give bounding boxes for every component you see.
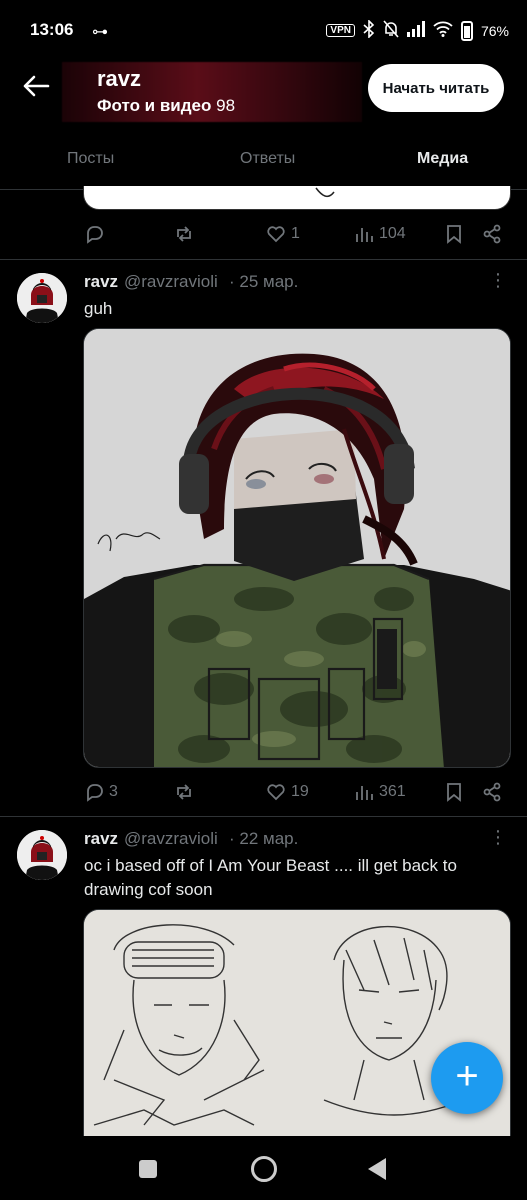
post-date[interactable]: · 25 мар. bbox=[229, 272, 298, 292]
media-count-label: Фото и видео bbox=[97, 96, 212, 115]
reply-count: 3 bbox=[109, 783, 118, 800]
profile-tabs: Посты Ответы Медиа bbox=[0, 132, 527, 190]
post-author-handle[interactable]: @ravzravioli bbox=[124, 829, 218, 849]
views-button[interactable]: 361 bbox=[354, 782, 406, 802]
reply-button[interactable] bbox=[84, 224, 104, 244]
key-icon: ⊶ bbox=[92, 24, 108, 41]
reply-icon bbox=[87, 226, 103, 244]
repost-icon bbox=[177, 784, 191, 800]
post-text: guh bbox=[84, 299, 113, 318]
more-options-icon[interactable]: ⋮ bbox=[489, 270, 507, 291]
bookmark-icon bbox=[447, 225, 461, 244]
back-arrow-icon[interactable] bbox=[22, 74, 50, 104]
status-bar: 13:06 ⊶ VPN 76% bbox=[0, 0, 527, 62]
media-count: Фото и видео 98 bbox=[97, 96, 235, 116]
reply-icon bbox=[87, 784, 103, 802]
vpn-badge: VPN bbox=[326, 24, 355, 37]
views-icon bbox=[356, 228, 373, 242]
previous-post-actions: 1 104 bbox=[0, 218, 527, 252]
bookmark-button[interactable] bbox=[444, 224, 464, 244]
mute-bell-icon bbox=[383, 20, 399, 41]
status-icons: VPN 76% bbox=[326, 19, 509, 41]
views-icon bbox=[356, 786, 373, 800]
post-date[interactable]: · 22 мар. bbox=[229, 829, 298, 849]
bluetooth-icon bbox=[363, 19, 375, 41]
post[interactable]: ravz @ravzravioli · 25 мар. ⋮ guh 3 19 3… bbox=[0, 260, 527, 816]
repost-button[interactable] bbox=[174, 782, 194, 802]
share-icon bbox=[483, 224, 501, 244]
tab-replies[interactable]: Ответы bbox=[240, 150, 295, 168]
view-count: 361 bbox=[379, 783, 406, 800]
post-author-name[interactable]: ravz bbox=[84, 829, 118, 849]
signal-icon bbox=[406, 21, 425, 40]
compose-fab-button[interactable]: + bbox=[431, 1042, 503, 1114]
post-author-name[interactable]: ravz bbox=[84, 272, 118, 292]
repost-button[interactable] bbox=[174, 224, 194, 244]
post-actions: 3 19 361 bbox=[0, 776, 527, 810]
recents-button[interactable] bbox=[139, 1160, 157, 1178]
like-count: 1 bbox=[291, 225, 300, 242]
heart-icon bbox=[267, 784, 285, 801]
profile-header: ravz Фото и видео 98 Начать читать bbox=[0, 62, 527, 132]
share-button[interactable] bbox=[482, 224, 502, 244]
repost-icon bbox=[177, 226, 191, 242]
previous-post-media[interactable] bbox=[83, 186, 511, 210]
battery-percent: 76% bbox=[480, 22, 509, 39]
artwork-drawing bbox=[84, 329, 510, 767]
view-count: 104 bbox=[379, 225, 406, 242]
tab-media[interactable]: Медиа bbox=[417, 150, 468, 168]
avatar[interactable] bbox=[17, 830, 67, 880]
bookmark-button[interactable] bbox=[444, 782, 464, 802]
bookmark-icon bbox=[447, 783, 461, 802]
views-button[interactable]: 104 bbox=[354, 224, 406, 244]
like-button[interactable]: 1 bbox=[266, 224, 300, 244]
status-time: 13:06 bbox=[30, 20, 74, 39]
home-button[interactable] bbox=[251, 1156, 277, 1182]
battery-icon bbox=[460, 20, 473, 41]
wifi-icon bbox=[433, 21, 453, 40]
profile-name: ravz bbox=[97, 66, 142, 91]
reply-button[interactable]: 3 bbox=[84, 782, 118, 802]
avatar[interactable] bbox=[17, 273, 67, 323]
like-button[interactable]: 19 bbox=[266, 782, 309, 802]
system-nav-bar bbox=[0, 1136, 527, 1200]
more-options-icon[interactable]: ⋮ bbox=[489, 827, 507, 848]
back-button[interactable] bbox=[368, 1158, 386, 1180]
follow-button[interactable]: Начать читать bbox=[368, 64, 504, 112]
heart-icon bbox=[267, 226, 285, 243]
media-count-value: 98 bbox=[216, 96, 236, 115]
like-count: 19 bbox=[291, 783, 309, 800]
post-media-image[interactable] bbox=[83, 328, 511, 768]
share-button[interactable] bbox=[482, 782, 502, 802]
tab-posts[interactable]: Посты bbox=[67, 150, 114, 168]
post-author-handle[interactable]: @ravzravioli bbox=[124, 272, 218, 292]
post-text: oc i based off of I Am Your Beast .... i… bbox=[84, 856, 457, 899]
share-icon bbox=[483, 782, 501, 802]
